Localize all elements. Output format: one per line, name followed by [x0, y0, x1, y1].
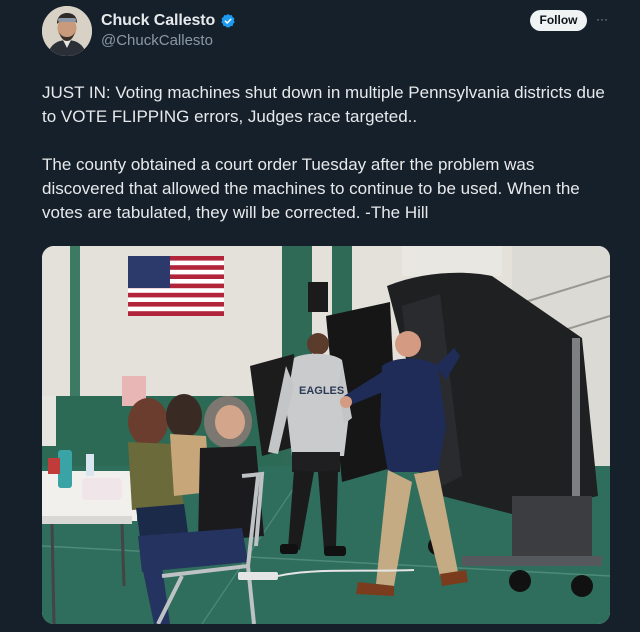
avatar-photo [42, 6, 92, 56]
follow-button[interactable]: Follow [530, 10, 587, 31]
author-display-name[interactable]: Chuck Callesto [101, 12, 215, 30]
polling-place-photo: EAGLES [42, 246, 610, 624]
tweet-text: JUST IN: Voting machines shut down in mu… [42, 81, 617, 225]
tweet-paragraph-2: The county obtained a court order Tuesda… [42, 155, 580, 222]
american-flag [128, 256, 224, 316]
author-avatar[interactable] [42, 6, 92, 56]
author-info: Chuck Callesto @ChuckCallesto [101, 11, 236, 49]
tweet: Chuck Callesto @ChuckCallesto Follow ···… [0, 0, 640, 632]
more-options-icon[interactable]: ··· [594, 10, 610, 28]
tweet-photo[interactable]: EAGLES [42, 246, 610, 624]
hoodie-print: EAGLES [299, 385, 344, 397]
verified-badge-icon[interactable] [220, 13, 236, 29]
tweet-paragraph-1: JUST IN: Voting machines shut down in mu… [42, 83, 605, 126]
display-name-row: Chuck Callesto [101, 11, 236, 31]
author-handle[interactable]: @ChuckCallesto [101, 32, 236, 49]
